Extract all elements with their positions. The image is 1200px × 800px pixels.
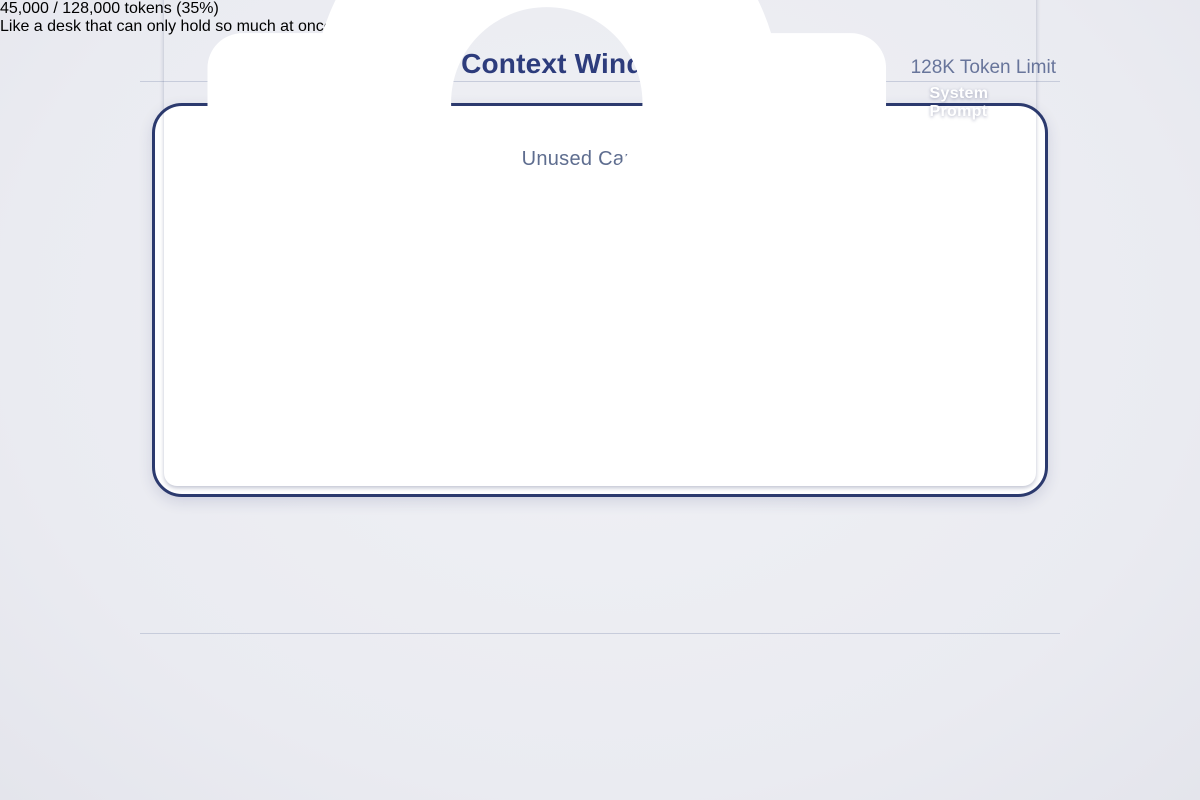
layer-stack: Referenced Files Conversation History: [164, 0, 1036, 486]
system-prompt-label: System Prompt: [930, 85, 1036, 121]
context-window-box: Unused Capacity: [152, 103, 1048, 497]
gear-icon: [164, 0, 930, 486]
footer-divider: [140, 633, 1060, 634]
context-window-diagram: Context Window 128K Token Limit Unused C…: [0, 0, 1200, 800]
layer-system-prompt[interactable]: System Prompt: [164, 0, 1036, 486]
